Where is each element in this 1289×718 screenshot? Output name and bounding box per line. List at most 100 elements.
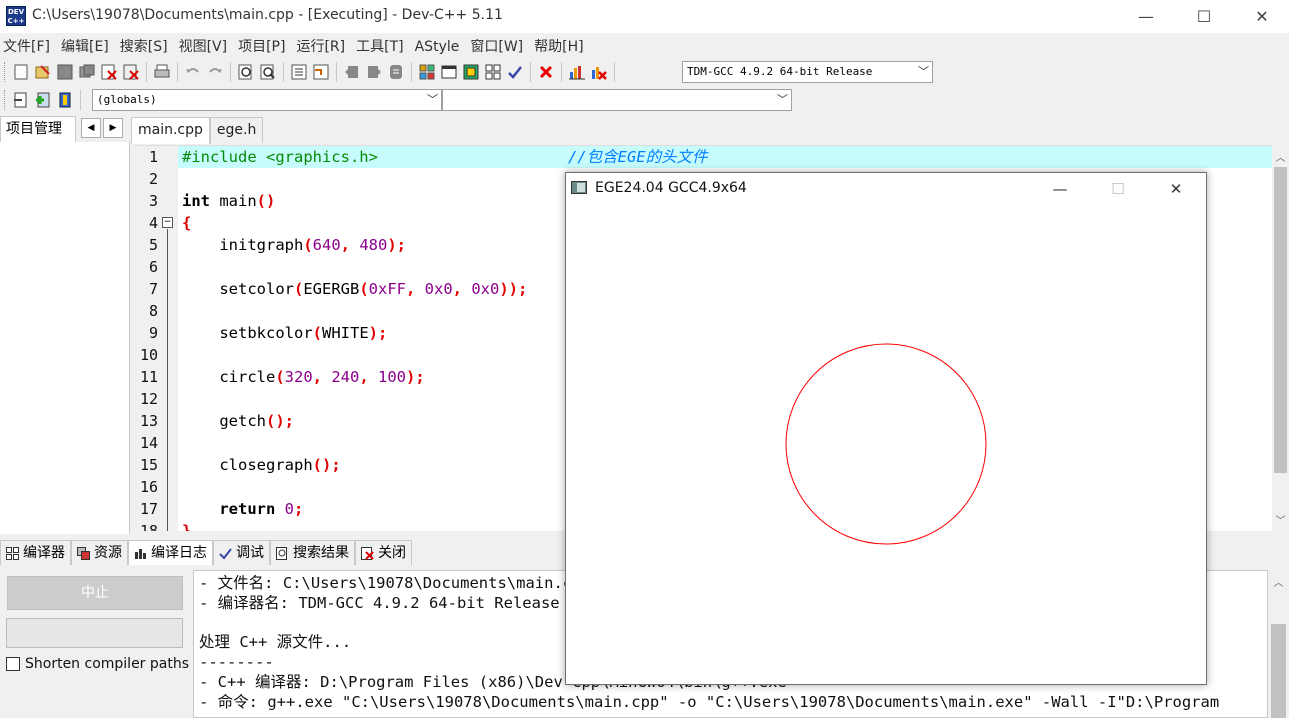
menu-tools[interactable]: 工具[T] bbox=[353, 36, 411, 58]
menu-project[interactable]: 项目[P] bbox=[235, 36, 293, 58]
log-scrollbar[interactable]: ︿ bbox=[1268, 570, 1289, 718]
new-file-icon[interactable] bbox=[11, 62, 31, 82]
scroll-thumb[interactable] bbox=[1274, 167, 1287, 473]
identifier-circle: circle bbox=[182, 368, 276, 386]
compiler-select[interactable]: TDM-GCC 4.9.2 64-bit Release ﹀ bbox=[682, 61, 933, 83]
tab-scroll-right-icon[interactable]: ▶ bbox=[103, 118, 123, 138]
scroll-thumb[interactable] bbox=[1271, 624, 1286, 718]
ege-graphics-window[interactable]: EGE24.04 GCC4.9x64 — ☐ ✕ bbox=[565, 172, 1207, 685]
grid-icon[interactable] bbox=[483, 62, 503, 82]
toolbar-grip[interactable] bbox=[4, 90, 7, 110]
save-icon[interactable] bbox=[55, 62, 75, 82]
main-toolbar bbox=[0, 58, 619, 86]
line-number: 8 bbox=[148, 302, 158, 320]
log-line: - 编译器名: TDM-GCC 4.9.2 64-bit Release bbox=[199, 594, 560, 612]
tab-scroll-left-icon[interactable]: ◀ bbox=[81, 118, 101, 138]
goto-bookmark-icon[interactable] bbox=[55, 90, 75, 110]
menu-file[interactable]: 文件[F] bbox=[0, 36, 58, 58]
indent-icon[interactable] bbox=[289, 62, 309, 82]
open-file-icon[interactable] bbox=[33, 62, 53, 82]
identifier-closegraph: closegraph bbox=[182, 456, 313, 474]
ege-title-bar[interactable]: EGE24.04 GCC4.9x64 — ☐ ✕ bbox=[566, 173, 1206, 204]
symbol-rparen-semi: ); bbox=[406, 368, 425, 386]
ege-maximize-button[interactable]: ☐ bbox=[1089, 173, 1147, 204]
function-select[interactable]: ﹀ bbox=[442, 89, 792, 111]
project-options-icon[interactable] bbox=[461, 62, 481, 82]
menu-edit[interactable]: 编辑[E] bbox=[58, 36, 117, 58]
abort-button[interactable]: 中止 bbox=[7, 576, 183, 610]
tab-ege-h[interactable]: ege.h bbox=[209, 117, 264, 143]
bookmark-back-icon[interactable] bbox=[342, 62, 362, 82]
toolbar-separator bbox=[530, 62, 531, 82]
toolbar-separator bbox=[561, 62, 562, 82]
maximize-button[interactable]: ☐ bbox=[1175, 0, 1233, 33]
new-project-icon[interactable] bbox=[417, 62, 437, 82]
toolbar-grip[interactable] bbox=[4, 62, 7, 82]
comment-icon[interactable] bbox=[386, 62, 406, 82]
shorten-paths-option[interactable]: Shorten compiler paths bbox=[6, 656, 189, 672]
delete-profile-icon[interactable] bbox=[589, 62, 609, 82]
tab-compile-log[interactable]: 编译日志 bbox=[128, 540, 213, 565]
tab-label: 关闭 bbox=[378, 544, 406, 561]
keyword-int: int bbox=[182, 192, 210, 210]
tab-resources[interactable]: 资源 bbox=[71, 540, 128, 565]
line-number: 1 bbox=[148, 148, 158, 166]
close-all-icon[interactable] bbox=[121, 62, 141, 82]
close-button[interactable]: ✕ bbox=[1233, 0, 1289, 33]
stop-icon[interactable] bbox=[536, 62, 556, 82]
line-number: 14 bbox=[139, 434, 158, 452]
print-icon[interactable] bbox=[152, 62, 172, 82]
menu-astyle[interactable]: AStyle bbox=[412, 36, 468, 58]
code-line-3: int main() bbox=[182, 190, 275, 212]
bar-chart-icon bbox=[133, 546, 147, 560]
menu-run[interactable]: 运行[R] bbox=[293, 36, 353, 58]
scroll-up-icon[interactable]: ︿ bbox=[1272, 148, 1289, 165]
redo-icon[interactable] bbox=[205, 62, 225, 82]
replace-icon[interactable] bbox=[258, 62, 278, 82]
shorten-paths-checkbox[interactable] bbox=[6, 657, 20, 671]
line-number: 2 bbox=[148, 170, 158, 188]
symbol-close-brace: } bbox=[182, 522, 192, 531]
ege-minimize-button[interactable]: — bbox=[1031, 173, 1089, 204]
identifier-setcolor: setcolor bbox=[182, 280, 294, 298]
number-literal: 320 bbox=[284, 368, 313, 386]
tab-close[interactable]: 关闭 bbox=[355, 540, 412, 565]
insert-icon[interactable] bbox=[11, 90, 31, 110]
tab-debug[interactable]: 调试 bbox=[213, 540, 270, 565]
tab-compiler[interactable]: 编译器 bbox=[0, 540, 71, 565]
fold-guide-line bbox=[167, 229, 168, 531]
menu-search[interactable]: 搜索[S] bbox=[117, 36, 176, 58]
ege-close-button[interactable]: ✕ bbox=[1147, 173, 1205, 204]
find-icon[interactable] bbox=[236, 62, 256, 82]
close-file-icon[interactable] bbox=[99, 62, 119, 82]
identifier-initgraph: initgraph bbox=[182, 236, 304, 254]
menu-window[interactable]: 窗口[W] bbox=[467, 36, 531, 58]
project-tree[interactable] bbox=[0, 142, 130, 534]
symbol-comma: , bbox=[406, 280, 425, 298]
editor-scrollbar[interactable]: ︿ ﹀ bbox=[1272, 145, 1289, 531]
bookmark-forward-icon[interactable] bbox=[364, 62, 384, 82]
check-syntax-icon[interactable] bbox=[505, 62, 525, 82]
scope-select[interactable]: (globals) ﹀ bbox=[92, 89, 442, 111]
toggle-bookmark-icon[interactable] bbox=[33, 90, 53, 110]
scroll-down-icon[interactable]: ﹀ bbox=[1272, 511, 1289, 528]
tab-project-manager[interactable]: 项目管理 bbox=[0, 116, 76, 142]
ege-drawing-canvas[interactable] bbox=[566, 204, 1206, 684]
tab-main-cpp[interactable]: main.cpp bbox=[131, 117, 210, 144]
tab-search-results[interactable]: 搜索结果 bbox=[270, 540, 355, 565]
line-number: 9 bbox=[148, 324, 158, 342]
editor-tabs: main.cpp ege.h bbox=[131, 117, 264, 144]
menu-view[interactable]: 视图[V] bbox=[176, 36, 236, 58]
scroll-up-icon[interactable]: ︿ bbox=[1270, 573, 1287, 590]
unindent-icon[interactable] bbox=[311, 62, 331, 82]
fold-collapse-icon[interactable]: − bbox=[162, 217, 173, 228]
symbol-lparen: ( bbox=[293, 280, 304, 298]
menu-help[interactable]: 帮助[H] bbox=[531, 36, 591, 58]
project-window-icon[interactable] bbox=[439, 62, 459, 82]
minimize-button[interactable]: — bbox=[1117, 0, 1175, 33]
symbol-lparen: ( bbox=[312, 324, 322, 342]
symbol-rparen-semi: ); bbox=[387, 236, 407, 254]
profile-icon[interactable] bbox=[567, 62, 587, 82]
save-all-icon[interactable] bbox=[77, 62, 97, 82]
undo-icon[interactable] bbox=[183, 62, 203, 82]
